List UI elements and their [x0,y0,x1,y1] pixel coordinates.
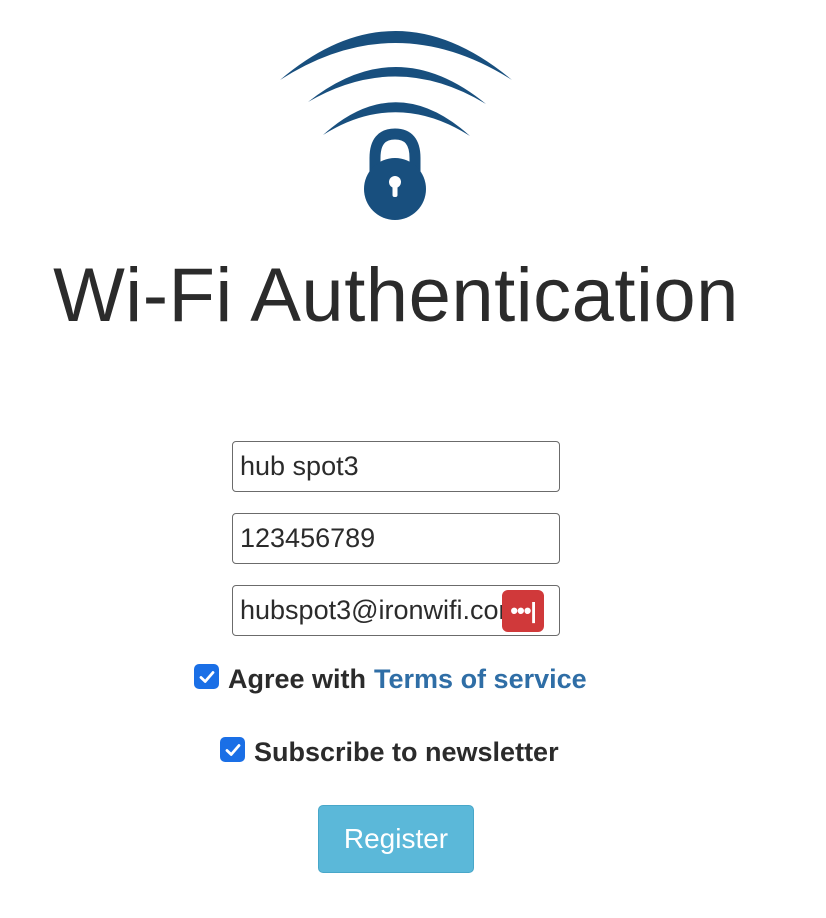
checkmark-icon [225,743,240,756]
password-manager-icon[interactable]: •••| [502,590,544,632]
terms-row: Agree with Terms of service [194,664,587,695]
terms-checkbox[interactable] [194,664,219,689]
newsletter-checkbox[interactable] [220,737,245,762]
newsletter-label: Subscribe to newsletter [254,737,559,767]
terms-of-service-link[interactable]: Terms of service [374,664,587,695]
page-title: Wi-Fi Authentication [53,253,739,338]
terms-label: Agree with [228,664,367,694]
wifi-lock-icon [280,31,512,220]
page: Wi-Fi Authentication •••| Agree with Ter… [0,0,826,918]
newsletter-row: Subscribe to newsletter [220,737,559,768]
phone-field[interactable] [232,513,560,564]
username-field[interactable] [232,441,560,492]
register-button[interactable]: Register [318,805,474,873]
checkmark-icon [199,670,214,683]
